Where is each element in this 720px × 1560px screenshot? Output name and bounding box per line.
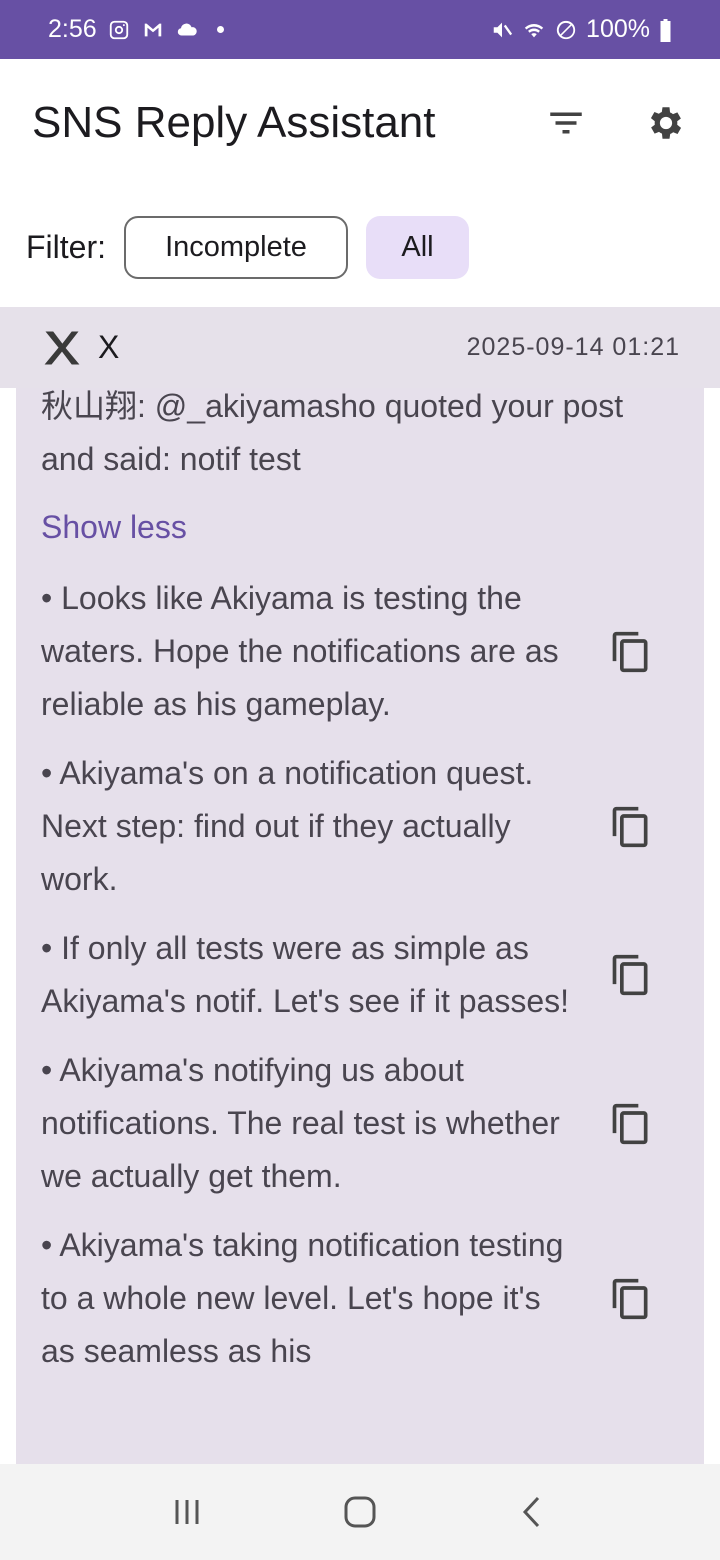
- reply-item: • Akiyama's taking notification testing …: [41, 1219, 679, 1378]
- dot-icon: [216, 26, 224, 33]
- reply-text[interactable]: • Akiyama's on a notification quest. Nex…: [41, 747, 581, 906]
- status-left: 2:56: [48, 15, 224, 44]
- copy-icon[interactable]: [609, 802, 653, 852]
- reply-text[interactable]: • Akiyama's notifying us about notificat…: [41, 1044, 581, 1203]
- x-logo-icon: [40, 326, 84, 370]
- home-icon[interactable]: [330, 1487, 390, 1537]
- battery-icon: [658, 18, 672, 42]
- card-header: X 2025-09-14 01:21: [0, 307, 720, 388]
- app-title: SNS Reply Assistant: [32, 98, 436, 147]
- copy-icon[interactable]: [609, 950, 653, 1000]
- reply-text[interactable]: • Akiyama's taking notification testing …: [41, 1219, 581, 1378]
- system-nav-bar: [0, 1464, 720, 1560]
- gmail-icon: [141, 18, 165, 42]
- mute-icon: [490, 18, 514, 42]
- recent-apps-icon[interactable]: [157, 1487, 217, 1537]
- show-less-link[interactable]: Show less: [41, 501, 187, 554]
- app-actions: [544, 101, 688, 145]
- card-body: 秋山翔: @_akiyamasho quoted your post and s…: [16, 388, 704, 1464]
- sns-name: X: [98, 329, 120, 365]
- status-bar: 2:56 100%: [0, 0, 720, 59]
- wifi-icon: [522, 18, 546, 42]
- back-icon[interactable]: [503, 1487, 563, 1537]
- filter-label: Filter:: [26, 228, 106, 265]
- reply-item: • If only all tests were as simple as Ak…: [41, 922, 679, 1028]
- filter-row: Filter: Incomplete All: [0, 187, 720, 307]
- reply-text[interactable]: • Looks like Akiyama is testing the wate…: [41, 572, 581, 731]
- no-disturb-icon: [554, 18, 578, 42]
- copy-icon[interactable]: [609, 1274, 653, 1324]
- gear-icon[interactable]: [644, 101, 688, 145]
- filter-chip-all[interactable]: All: [366, 215, 469, 279]
- status-right: 100%: [490, 15, 672, 44]
- battery-percent: 100%: [586, 15, 650, 43]
- status-time: 2:56: [48, 15, 97, 43]
- reply-item: • Looks like Akiyama is testing the wate…: [41, 572, 679, 731]
- reply-item: • Akiyama's notifying us about notificat…: [41, 1044, 679, 1203]
- instagram-icon: [107, 18, 131, 42]
- cloud-icon: [175, 18, 199, 42]
- notification-message: 秋山翔: @_akiyamasho quoted your post and s…: [41, 388, 624, 477]
- timestamp: 2025-09-14 01:21: [466, 333, 680, 361]
- reply-text[interactable]: • If only all tests were as simple as Ak…: [41, 922, 581, 1028]
- filter-chip-incomplete[interactable]: Incomplete: [124, 215, 348, 279]
- app-bar: SNS Reply Assistant: [0, 59, 720, 187]
- copy-icon[interactable]: [609, 1099, 653, 1149]
- filter-icon[interactable]: [544, 101, 588, 145]
- reply-item: • Akiyama's on a notification quest. Nex…: [41, 747, 679, 906]
- copy-icon[interactable]: [609, 627, 653, 677]
